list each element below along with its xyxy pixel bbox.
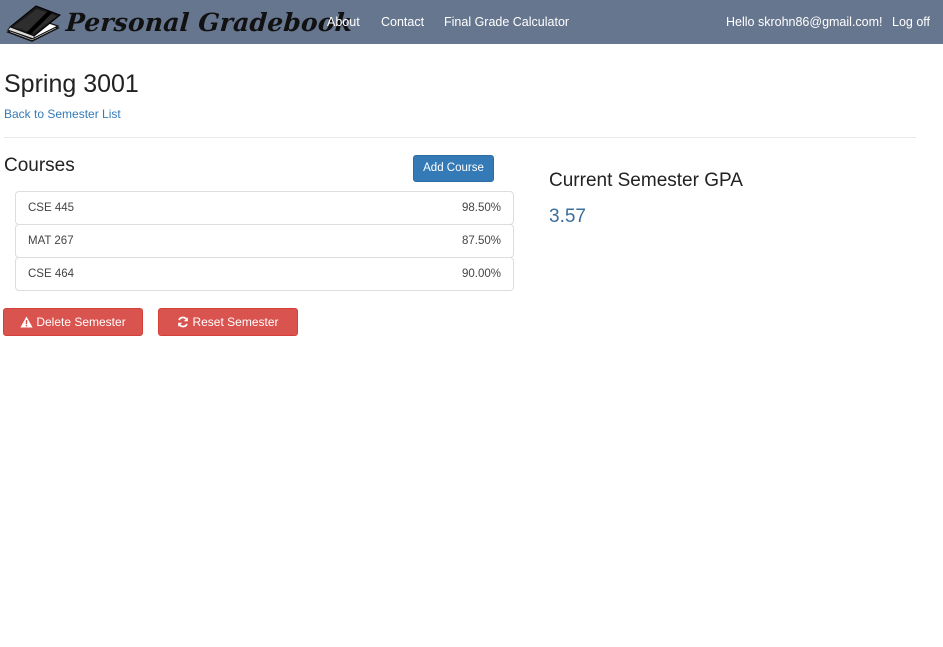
nav-final-grade-calculator-link[interactable]: Final Grade Calculator — [444, 0, 569, 44]
nav-about-link[interactable]: About — [327, 0, 360, 44]
courses-heading: Courses — [4, 155, 75, 176]
course-item[interactable]: CSE 464 90.00% — [15, 257, 514, 291]
refresh-icon — [178, 316, 189, 328]
course-item[interactable]: MAT 267 87.50% — [15, 224, 514, 258]
course-name: CSE 445 — [28, 202, 75, 214]
add-course-button[interactable]: Add Course — [413, 155, 494, 182]
gpa-heading: Current Semester GPA — [549, 170, 743, 191]
reset-semester-button[interactable]: Reset Semester — [158, 308, 298, 336]
course-grade: 90.00% — [461, 268, 501, 280]
warning-icon — [20, 316, 33, 328]
course-name: CSE 464 — [28, 268, 75, 280]
divider — [4, 137, 916, 138]
nav-contact-link[interactable]: Contact — [381, 0, 424, 44]
gpa-value: 3.57 — [549, 206, 586, 227]
back-to-semester-list-link[interactable]: Back to Semester List — [4, 107, 121, 121]
course-grade: 98.50% — [461, 202, 501, 214]
top-navbar: Personal Gradebook About Contact Final G… — [0, 0, 943, 44]
page-title: Spring 3001 — [4, 70, 139, 98]
reset-semester-label: Reset Semester — [192, 315, 279, 329]
delete-semester-button[interactable]: Delete Semester — [3, 308, 143, 336]
brand-title: Personal Gradebook — [64, 7, 354, 37]
logoff-link[interactable]: Log off — [892, 0, 930, 44]
brand-home-link[interactable]: Personal Gradebook — [4, 0, 354, 44]
delete-semester-label: Delete Semester — [36, 315, 126, 329]
course-list: CSE 445 98.50% MAT 267 87.50% CSE 464 90… — [15, 191, 514, 291]
user-greeting-link[interactable]: Hello skrohn86@gmail.com! — [726, 0, 883, 44]
course-item[interactable]: CSE 445 98.50% — [15, 191, 514, 225]
course-grade: 87.50% — [461, 235, 501, 247]
course-name: MAT 267 — [28, 235, 74, 247]
gradebook-logo-icon — [6, 5, 61, 42]
